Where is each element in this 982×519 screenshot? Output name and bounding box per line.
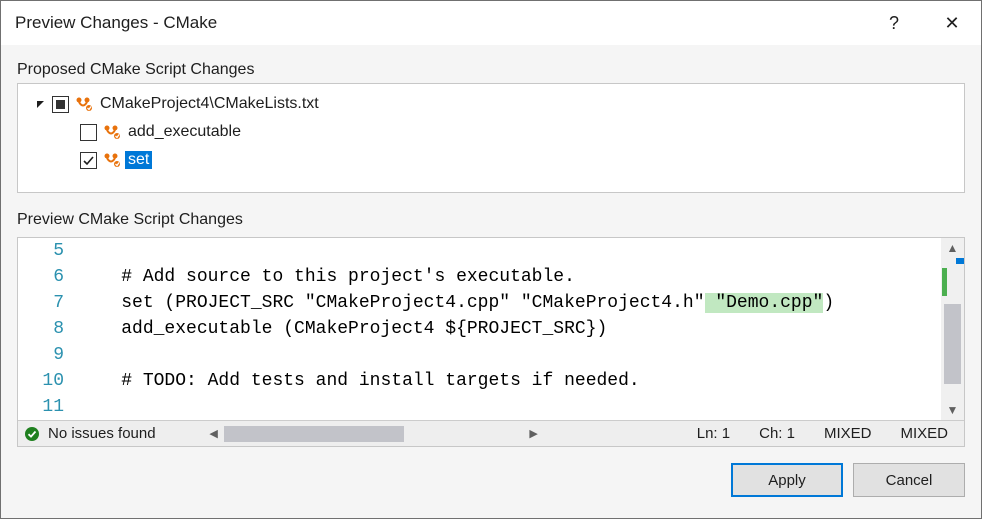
check-circle-icon	[24, 426, 40, 442]
help-button[interactable]: ?	[865, 1, 923, 45]
status-encoding-1[interactable]: MIXED	[813, 425, 882, 442]
code-line: # TODO: Add tests and install targets if…	[78, 368, 941, 394]
scroll-track[interactable]	[941, 258, 964, 400]
scroll-left-icon[interactable]: ◀	[204, 425, 224, 443]
caret-indicator	[956, 258, 964, 264]
scroll-up-icon[interactable]: ▲	[941, 238, 964, 258]
code-line	[78, 238, 941, 264]
cancel-button[interactable]: Cancel	[853, 463, 965, 497]
checkbox-mixed-icon	[56, 100, 65, 109]
cmake-icon	[75, 95, 93, 113]
cancel-button-label: Cancel	[886, 472, 933, 489]
gutter: 7	[18, 290, 78, 316]
scroll-thumb[interactable]	[944, 304, 961, 384]
tree-row-add-executable[interactable]: add_executable	[24, 118, 958, 146]
diff-highlight: "Demo.cpp"	[705, 293, 824, 313]
issues-text: No issues found	[48, 425, 156, 442]
code-editor[interactable]: 5 6 # Add source to this project's execu…	[18, 238, 941, 420]
proposed-label: Proposed CMake Script Changes	[17, 61, 965, 79]
tree-row-root[interactable]: CMakeProject4\CMakeLists.txt	[24, 90, 958, 118]
code-line: add_executable (CMakeProject4 ${PROJECT_…	[78, 316, 941, 342]
vertical-scrollbar[interactable]: ▲ ▼	[941, 238, 964, 420]
code-scroll: 5 6 # Add source to this project's execu…	[18, 238, 964, 420]
expander-icon[interactable]	[34, 97, 48, 111]
checkbox-set[interactable]	[80, 152, 97, 169]
hscroll-track[interactable]	[224, 425, 524, 443]
code-line: # Add source to this project's executabl…	[78, 264, 941, 290]
status-line[interactable]: Ln: 1	[686, 425, 740, 442]
apply-button-label: Apply	[768, 472, 806, 489]
status-encoding-2[interactable]: MIXED	[889, 425, 958, 442]
cmake-icon	[103, 151, 121, 169]
gutter: 10	[18, 368, 78, 394]
close-button[interactable]: ✕	[923, 1, 981, 45]
preview-label: Preview CMake Script Changes	[17, 211, 965, 229]
gutter: 6	[18, 264, 78, 290]
code-panel: 5 6 # Add source to this project's execu…	[17, 237, 965, 447]
code-line	[78, 394, 941, 420]
hscroll-thumb[interactable]	[224, 426, 404, 442]
status-col[interactable]: Ch: 1	[748, 425, 805, 442]
scroll-right-icon[interactable]: ▶	[524, 425, 544, 443]
gutter: 9	[18, 342, 78, 368]
window-title: Preview Changes - CMake	[15, 13, 217, 33]
code-line	[78, 342, 941, 368]
scroll-down-icon[interactable]: ▼	[941, 400, 964, 420]
cmake-icon	[103, 123, 121, 141]
apply-button[interactable]: Apply	[731, 463, 843, 497]
editor-statusbar: No issues found ◀ ▶ Ln: 1 Ch: 1 MIXED MI…	[18, 420, 964, 446]
tree-panel: CMakeProject4\CMakeLists.txt add_executa…	[17, 83, 965, 193]
horizontal-scrollbar[interactable]: ◀ ▶	[204, 425, 544, 443]
checkbox-add-executable[interactable]	[80, 124, 97, 141]
gutter: 5	[18, 238, 78, 264]
tree-row-set[interactable]: set	[24, 146, 958, 174]
help-icon: ?	[889, 13, 899, 34]
gutter: 8	[18, 316, 78, 342]
change-indicator	[942, 268, 947, 296]
titlebar: Preview Changes - CMake ? ✕	[1, 1, 981, 45]
checkbox-root[interactable]	[52, 96, 69, 113]
gutter: 11	[18, 394, 78, 420]
client-area: Proposed CMake Script Changes CMakeProje…	[1, 45, 981, 518]
dialog-buttons: Apply Cancel	[17, 463, 965, 497]
code-line: set (PROJECT_SRC "CMakeProject4.cpp" "CM…	[78, 290, 941, 316]
close-icon: ✕	[944, 13, 959, 34]
tree-label-set: set	[125, 151, 152, 169]
tree-label-add-executable: add_executable	[125, 123, 244, 141]
tree-label-root: CMakeProject4\CMakeLists.txt	[97, 95, 322, 113]
